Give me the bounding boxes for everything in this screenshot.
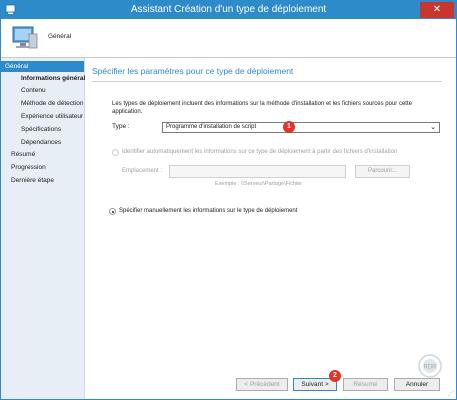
sidebar-item-dependencies[interactable]: Dépendances <box>21 137 61 148</box>
manual-label: Spécifier manuellement les informations … <box>119 208 298 214</box>
page-title: Spécifier les paramètres pour ce type de… <box>92 66 294 76</box>
location-label: Emplacement : <box>122 168 163 174</box>
annotation-badge-1: 1 <box>283 121 295 133</box>
title-divider <box>92 81 442 82</box>
cancel-button[interactable]: Annuler <box>394 378 440 391</box>
sidebar-item-user-experience[interactable]: Expérience utilisateur <box>21 111 83 122</box>
sidebar-item-summary[interactable]: Résumé <box>11 149 35 160</box>
previous-button[interactable]: < Précédent <box>236 378 288 391</box>
manual-radio[interactable] <box>109 208 116 215</box>
sidebar-item-completion[interactable]: Dernière étape <box>11 175 54 186</box>
resize-grip-icon[interactable]: ⋰ <box>448 390 454 397</box>
sidebar-item-content[interactable]: Contenu <box>21 85 46 96</box>
location-input[interactable] <box>169 165 346 178</box>
window-title: Assistant Création d'un type de déploiem… <box>130 4 327 15</box>
wizard-header: Général <box>1 19 456 58</box>
location-example: Exemple : \\Serveur\Partage\Fichier <box>215 181 303 187</box>
browse-button[interactable]: Parcourir... <box>355 165 410 178</box>
wizard-sidebar: Général Informations générales Contenu M… <box>1 58 93 399</box>
computer-wizard-icon <box>12 26 38 49</box>
close-button[interactable]: ✕ <box>420 2 454 18</box>
sidebar-item-general-info[interactable]: Informations générales <box>21 73 93 84</box>
sidebar-item-detection-method[interactable]: Méthode de détection <box>21 98 84 109</box>
wizard-window: Assistant Création d'un type de déploiem… <box>0 0 457 400</box>
header-title: Général <box>48 33 72 40</box>
main-panel: Spécifier les paramètres pour ce type de… <box>85 58 456 399</box>
summary-button[interactable]: Résumé <box>343 378 388 391</box>
sidebar-item-progress[interactable]: Progression <box>11 162 46 173</box>
type-label: Type : <box>112 123 130 130</box>
sidebar-item-requirements[interactable]: Spécifications <box>21 124 61 135</box>
watermark-logo: RDR <box>418 354 442 378</box>
chevron-down-icon[interactable]: ⌄ <box>430 123 436 131</box>
type-dropdown-value: Programme d'installation de script <box>166 124 257 130</box>
description-text: Les types de déploiement incluent des in… <box>112 101 412 115</box>
title-bar: Assistant Création d'un type de déploiem… <box>1 1 456 19</box>
sidebar-item-general[interactable]: Général <box>1 61 84 72</box>
auto-detect-label: Identifier automatiquement les informati… <box>122 149 398 155</box>
watermark-text: RDR <box>424 365 438 371</box>
type-dropdown[interactable]: Programme d'installation de script ⌄ <box>162 122 440 133</box>
annotation-badge-2: 2 <box>329 370 341 382</box>
auto-detect-radio[interactable] <box>112 149 119 156</box>
